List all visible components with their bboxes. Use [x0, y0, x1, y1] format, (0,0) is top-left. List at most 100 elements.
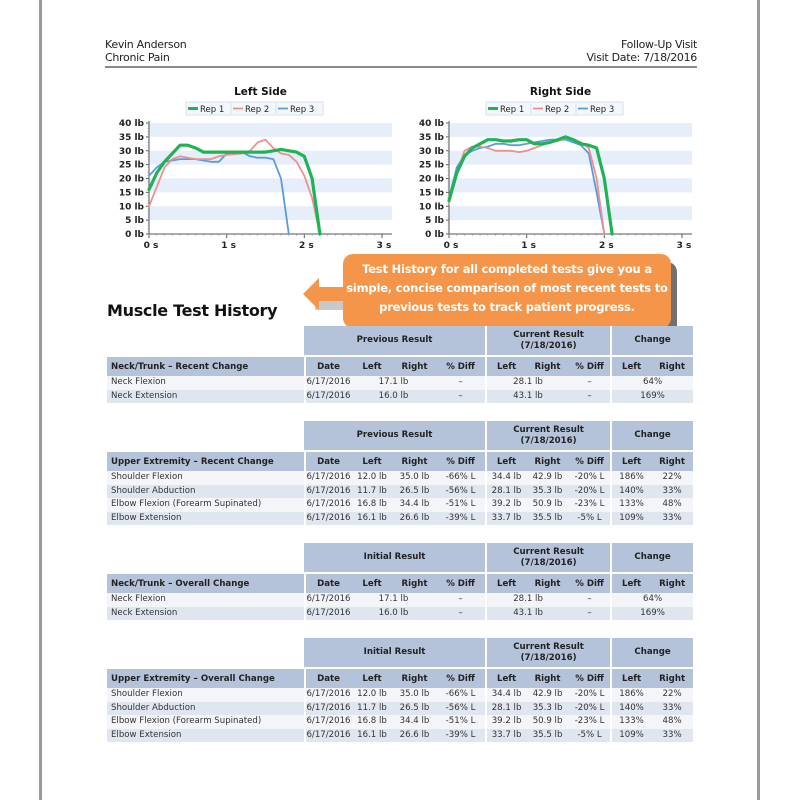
column-header: Right [651, 667, 694, 688]
grid-band [149, 123, 392, 137]
table-cell: 12.0 lb [351, 471, 393, 485]
column-header: Date [304, 450, 351, 471]
column-header: Right [651, 450, 694, 471]
column-header: Right [393, 667, 436, 688]
group-header-change: Change [610, 638, 694, 667]
table-row: Neck Flexion 6/17/2016 17.1 lb –28.1 lb –64% [107, 593, 694, 607]
chart-title: Left Side [234, 86, 287, 98]
current-value: 28.1 lb [485, 376, 570, 390]
column-header: % Diff [436, 355, 486, 376]
table-cell: 33% [651, 701, 694, 715]
table-cell: -51% L [436, 715, 486, 729]
group-header-baseline: Previous Result [304, 421, 486, 450]
group-header-blank [107, 421, 304, 450]
row-group-header: Neck/Trunk – Recent Change [107, 355, 304, 376]
test-name: Neck Extension [107, 606, 304, 620]
y-tick-label: 35 lb [119, 133, 145, 143]
test-name: Neck Extension [107, 389, 304, 403]
baseline-diff: – [436, 606, 486, 620]
table-cell: 6/17/2016 [304, 471, 351, 485]
callout-arrow-head [303, 278, 319, 310]
table-cell: -51% L [436, 498, 486, 512]
current-diff: – [569, 389, 611, 403]
table-cell: 42.9 lb [526, 688, 570, 702]
column-header: Left [610, 355, 652, 376]
table-cell: 34.4 lb [485, 471, 527, 485]
table-cell: -39% L [436, 511, 486, 525]
y-tick-label: 15 lb [119, 188, 145, 198]
table-cell: 6/17/2016 [304, 484, 351, 498]
column-header: Left [485, 572, 527, 593]
table-cell: -20% L [569, 701, 611, 715]
table-cell: 34.4 lb [393, 498, 436, 512]
column-header: Right [393, 355, 436, 376]
current-diff: – [569, 593, 611, 607]
column-header: Right [393, 450, 436, 471]
table-cell: 16.1 lb [351, 511, 393, 525]
y-tick-label: 40 lb [419, 119, 445, 129]
table-cell: -39% L [436, 728, 486, 742]
baseline-date: 6/17/2016 [304, 593, 351, 607]
column-header: Date [304, 667, 351, 688]
group-header-baseline: Previous Result [304, 326, 486, 355]
y-tick-label: 40 lb [119, 119, 145, 129]
legend-label: Rep 3 [590, 105, 614, 115]
group-header-change: Change [610, 421, 694, 450]
y-tick-label: 10 lb [119, 202, 145, 212]
grid-band [149, 178, 392, 193]
visit-date: Visit Date: 7/18/2016 [586, 51, 697, 64]
column-header: % Diff [436, 450, 486, 471]
table-cell: 28.1 lb [485, 701, 527, 715]
y-tick-label: 5 lb [425, 216, 444, 226]
table-cell: 33.7 lb [485, 728, 527, 742]
group-header-baseline: Initial Result [304, 543, 486, 572]
column-header: Left [485, 450, 527, 471]
table-cell: 35.3 lb [526, 484, 570, 498]
change-value: 64% [610, 376, 694, 390]
table-cell: 6/17/2016 [304, 498, 351, 512]
table-cell: 16.8 lb [351, 498, 393, 512]
table-cell: -5% L [569, 728, 611, 742]
group-header-current: Current Result (7/18/2016) [485, 543, 611, 572]
column-header: % Diff [569, 450, 611, 471]
x-tick-label: 3 s [677, 241, 692, 251]
legend-label: Rep 1 [500, 105, 524, 115]
table-cell: 109% [610, 511, 652, 525]
page-border-right [757, 0, 760, 800]
baseline-value: 16.0 lb [351, 389, 436, 403]
x-tick-label: 1 s [221, 241, 236, 251]
baseline-value: 16.0 lb [351, 606, 436, 620]
page-border-left [39, 0, 42, 800]
left-side-chart-svg: Left Side Rep 1 Rep 2 Rep 3 0 lb 5 lb 10 lb 15 … [119, 86, 392, 251]
table-row: Elbow Flexion (Forearm Supinated) 6/17/20… [107, 715, 694, 729]
table-row: Neck Flexion 6/17/2016 17.1 lb –28.1 lb –64% [107, 376, 694, 390]
group-header-current: Current Result (7/18/2016) [485, 326, 611, 355]
column-header: Left [351, 450, 393, 471]
y-tick-label: 10 lb [419, 202, 445, 212]
table-cell: 34.4 lb [485, 688, 527, 702]
current-group-label: Current Result [513, 641, 584, 652]
y-tick-label: 25 lb [419, 161, 445, 171]
grid-band [449, 150, 692, 165]
table-cell: 22% [651, 471, 694, 485]
table-row: Elbow Extension 6/17/2016 16.1 lb 26.6 lb -3… [107, 511, 694, 525]
table-cell: 35.3 lb [526, 701, 570, 715]
current-value: 28.1 lb [485, 593, 570, 607]
table-cell: 186% [610, 471, 652, 485]
patient-name: Kevin Anderson [105, 38, 187, 51]
table-cell: -23% L [569, 715, 611, 729]
column-header: % Diff [569, 355, 611, 376]
group-header-current: Current Result (7/18/2016) [485, 638, 611, 667]
row-group-header: Neck/Trunk – Overall Change [107, 572, 304, 593]
baseline-value: 17.1 lb [351, 376, 436, 390]
legend-label: Rep 1 [200, 105, 224, 115]
baseline-date: 6/17/2016 [304, 376, 351, 390]
column-header: Right [393, 572, 436, 593]
column-header: Left [610, 667, 652, 688]
table-cell: -23% L [569, 498, 611, 512]
right-side-chart-svg: Right Side Rep 1 Rep 2 Rep 3 0 lb 5 lb 10 lb 15… [419, 86, 692, 251]
report-header: Kevin Anderson Chronic Pain Follow-Up Vi… [105, 38, 697, 68]
table-cell: -20% L [569, 688, 611, 702]
table-cell: 34.4 lb [393, 715, 436, 729]
grid-band [149, 206, 392, 221]
